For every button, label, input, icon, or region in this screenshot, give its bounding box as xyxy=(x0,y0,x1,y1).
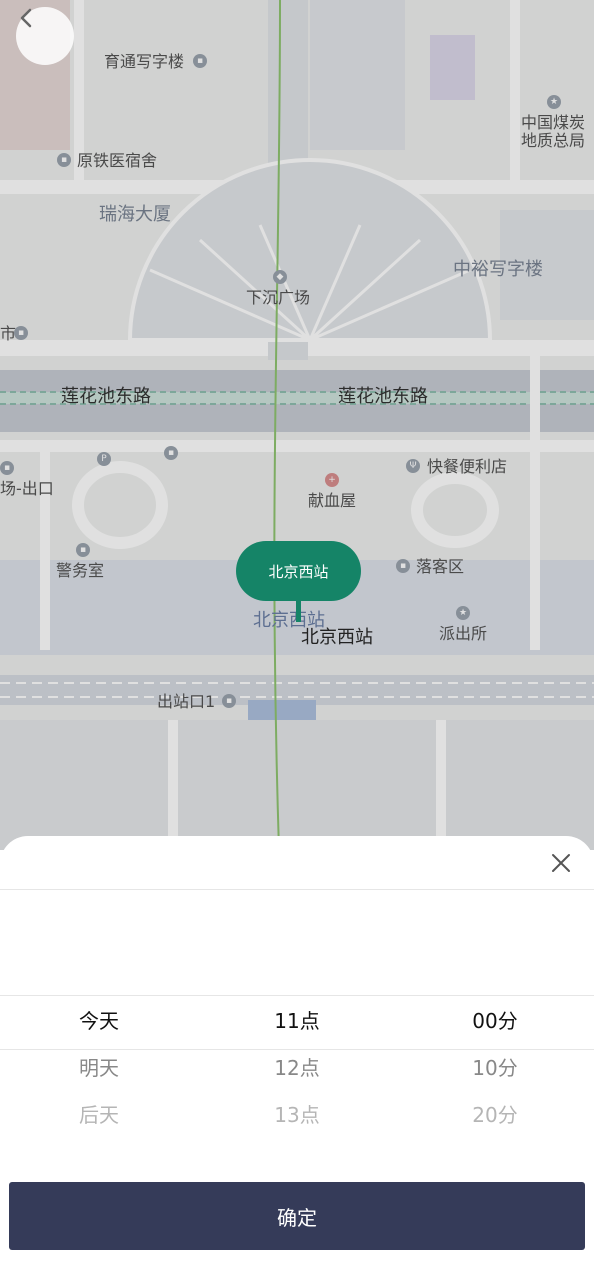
location-marker[interactable]: 北京西站 xyxy=(236,541,361,601)
police-station-icon: ★ xyxy=(456,606,470,620)
police-icon: ▪ xyxy=(76,543,90,557)
poi-icon-left: ▪ xyxy=(0,461,14,475)
shop-icon: ▪ xyxy=(14,326,28,340)
map-label-chuzhan: 出站口1 xyxy=(157,692,216,711)
map-label-lianhua-east: 莲花池东路 xyxy=(338,386,428,407)
day-option[interactable]: 今天 xyxy=(0,998,198,1045)
plaza-icon: ◆ xyxy=(273,270,287,284)
marker-title: 北京西站 xyxy=(268,562,329,581)
hospital-icon: + xyxy=(325,473,339,487)
restaurant-icon: Ψ xyxy=(406,459,420,473)
hour-option[interactable]: 13点 xyxy=(198,1092,396,1139)
map-label-chukou: 场-出口 xyxy=(0,479,54,498)
bus-icon: ▪ xyxy=(164,446,178,460)
selection-top-line xyxy=(0,995,594,996)
marker-pin xyxy=(296,600,301,622)
building-icon: ▪ xyxy=(57,153,71,167)
close-icon xyxy=(552,854,570,872)
day-column[interactable]: 今天 明天 后天 xyxy=(0,998,198,1139)
back-button[interactable] xyxy=(16,7,74,65)
map-roads xyxy=(0,0,594,850)
marker-label: 北京西站 xyxy=(301,627,373,648)
map-label-kuaican: 快餐便利店 xyxy=(427,457,508,476)
map-label-lianhua-west: 莲花池东路 xyxy=(61,386,151,407)
map-label-ruihai: 瑞海大厦 xyxy=(99,204,171,225)
day-option[interactable]: 后天 xyxy=(0,1092,198,1139)
map-label-yuantie: 原铁医宿舍 xyxy=(77,151,158,170)
dropoff-icon: ▪ xyxy=(396,559,410,573)
office-icon: ▪ xyxy=(193,54,207,68)
map-label-xiachen: 下沉广场 xyxy=(246,288,311,307)
header-divider xyxy=(0,889,594,890)
chevron-left-icon xyxy=(20,8,32,28)
minute-option[interactable]: 10分 xyxy=(396,1045,594,1092)
hour-option[interactable]: 11点 xyxy=(198,998,396,1045)
close-button[interactable] xyxy=(548,850,574,876)
star-icon: ★ xyxy=(547,95,561,109)
map-label-zhongyu: 中裕写字楼 xyxy=(453,259,543,280)
time-picker-sheet: 今天 明天 后天 11点 12点 13点 00分 10分 20分 确定 xyxy=(0,836,594,1280)
map-label-yutong: 育通写字楼 xyxy=(104,52,185,71)
hour-option[interactable]: 12点 xyxy=(198,1045,396,1092)
confirm-button[interactable]: 确定 xyxy=(9,1182,585,1250)
map-view[interactable]: ▪ 育通写字楼 ★ 中国煤炭 地质总局 ▪ 原铁医宿舍 瑞海大厦 中裕写字楼 ◆… xyxy=(0,0,594,850)
day-option[interactable]: 明天 xyxy=(0,1045,198,1092)
hour-column[interactable]: 11点 12点 13点 xyxy=(198,998,396,1139)
minute-option[interactable]: 00分 xyxy=(396,998,594,1045)
parking-icon: P xyxy=(97,452,111,466)
map-label-coal2: 地质总局 xyxy=(521,131,586,150)
map-label-paichu: 派出所 xyxy=(439,624,488,643)
minute-option[interactable]: 20分 xyxy=(396,1092,594,1139)
map-label-xianxue: 献血屋 xyxy=(308,491,357,510)
map-label-luoke: 落客区 xyxy=(416,557,465,576)
map-label-coal: 中国煤炭 xyxy=(521,113,586,132)
minute-column[interactable]: 00分 10分 20分 xyxy=(396,998,594,1139)
exit-icon: ▪ xyxy=(222,694,236,708)
map-label-jingwu: 警务室 xyxy=(56,561,105,580)
